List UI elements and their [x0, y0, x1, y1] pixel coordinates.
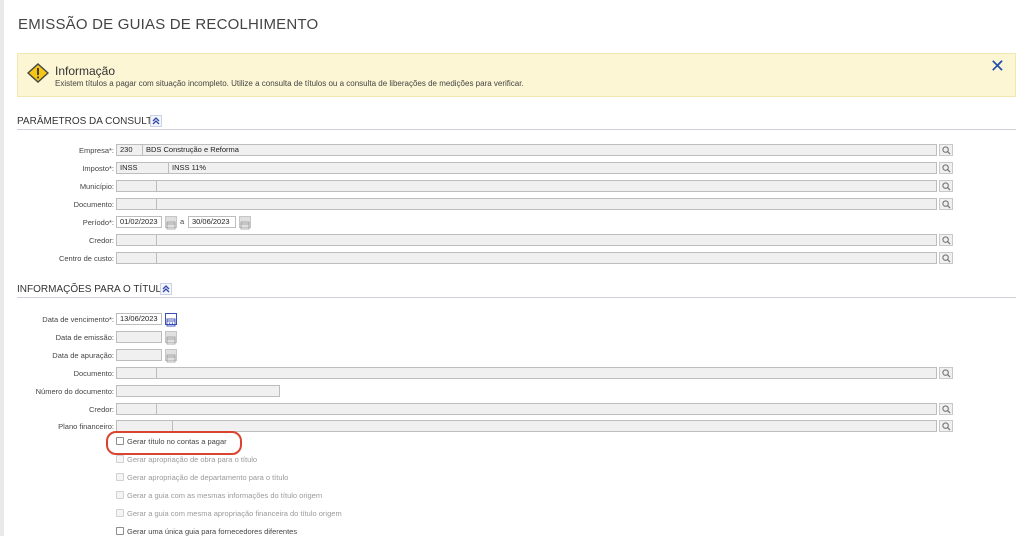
info-alert: Informação Existem títulos a pagar com s…	[17, 53, 1016, 97]
periodo-separator: a	[180, 217, 185, 226]
data-vencimento-field[interactable]: 13/06/2023	[116, 313, 162, 325]
checkbox-box[interactable]	[116, 491, 124, 499]
label-data-emissao: Data de emissão:	[55, 333, 114, 342]
collapse-params-icon[interactable]	[150, 115, 162, 127]
documento-titulo-search-icon[interactable]	[939, 367, 953, 379]
empresa-search-icon[interactable]	[939, 144, 953, 156]
section-title-params: PARÂMETROS DA CONSULTA	[17, 116, 159, 127]
info-title: Informação	[55, 64, 116, 78]
documento-search-icon[interactable]	[939, 198, 953, 210]
municipio-code-field[interactable]	[116, 180, 157, 192]
checkbox-box[interactable]	[116, 473, 124, 481]
credor-titulo-code-field[interactable]	[116, 403, 157, 415]
label-municipio: Município:	[79, 182, 114, 191]
checkbox-box[interactable]	[116, 527, 124, 535]
checkbox-label: Gerar uma única guia para fornecedores d…	[127, 527, 298, 536]
label-imposto: Imposto*:	[82, 164, 114, 173]
label-periodo: Período*:	[82, 218, 114, 227]
plano-financeiro-name-field[interactable]	[172, 420, 937, 432]
label-data-vencimento: Data de vencimento*:	[42, 315, 114, 324]
section-title-titulo: INFORMAÇÕES PARA O TÍTULO	[17, 284, 169, 295]
municipio-search-icon[interactable]	[939, 180, 953, 192]
info-diamond-icon	[27, 63, 49, 83]
label-numero-documento: Número do documento:	[35, 387, 114, 396]
centro-custo-code-field[interactable]	[116, 252, 157, 264]
checkbox-label: Gerar a guia com mesma apropriação finan…	[127, 509, 342, 518]
section-divider	[17, 297, 1016, 298]
calendar-icon[interactable]	[165, 349, 177, 363]
label-data-apuracao: Data de apuração:	[52, 351, 114, 360]
documento-titulo-code-field[interactable]	[116, 367, 157, 379]
credor-titulo-search-icon[interactable]	[939, 403, 953, 415]
periodo-end-field[interactable]: 30/06/2023	[188, 216, 236, 228]
credor-code-field[interactable]	[116, 234, 157, 246]
collapse-titulo-icon[interactable]	[160, 283, 172, 295]
checkbox-label: Gerar apropriação de departamento para o…	[127, 473, 289, 482]
calendar-icon[interactable]	[165, 331, 177, 345]
label-credor: Credor:	[88, 236, 114, 245]
checkbox-box[interactable]	[116, 455, 124, 463]
calendar-icon[interactable]	[239, 216, 251, 230]
empresa-name-field[interactable]: BDS Construção e Reforma	[142, 144, 937, 156]
data-emissao-field[interactable]	[116, 331, 162, 343]
close-icon[interactable]: ✕	[990, 57, 1005, 75]
empresa-code-field[interactable]: 230	[116, 144, 143, 156]
label-documento-titulo: Documento:	[73, 369, 114, 378]
periodo-start-field[interactable]: 01/02/2023	[116, 216, 162, 228]
credor-search-icon[interactable]	[939, 234, 953, 246]
imposto-code-field[interactable]: INSS	[116, 162, 169, 174]
data-apuracao-field[interactable]	[116, 349, 162, 361]
municipio-name-field[interactable]	[156, 180, 937, 192]
imposto-name-field[interactable]: INSS 11%	[168, 162, 937, 174]
credor-titulo-name-field[interactable]	[156, 403, 937, 415]
label-documento: Documento:	[73, 200, 114, 209]
page-title: EMISSÃO DE GUIAS DE RECOLHIMENTO	[18, 16, 319, 33]
highlight-annotation	[106, 431, 242, 455]
checkbox-label: Gerar apropriação de obra para o título	[127, 455, 258, 464]
imposto-search-icon[interactable]	[939, 162, 953, 174]
numero-documento-field[interactable]	[116, 385, 280, 397]
documento-titulo-name-field[interactable]	[156, 367, 937, 379]
label-credor-titulo: Credor:	[88, 405, 114, 414]
checkbox-box[interactable]	[116, 509, 124, 517]
label-empresa: Empresa*:	[78, 146, 114, 155]
calendar-icon[interactable]	[165, 216, 177, 230]
calendar-icon[interactable]	[165, 313, 177, 327]
label-plano-financeiro: Plano financeiro:	[58, 422, 114, 431]
label-centro-custo: Centro de custo:	[58, 254, 114, 263]
info-text: Existem títulos a pagar com situação inc…	[55, 79, 524, 88]
documento-name-field[interactable]	[156, 198, 937, 210]
centro-custo-search-icon[interactable]	[939, 252, 953, 264]
documento-code-field[interactable]	[116, 198, 157, 210]
checkbox-label: Gerar a guia com as mesmas informações d…	[127, 491, 323, 500]
credor-name-field[interactable]	[156, 234, 937, 246]
centro-custo-name-field[interactable]	[156, 252, 937, 264]
left-edge-bar	[0, 0, 4, 536]
section-divider	[17, 129, 1016, 130]
plano-financeiro-search-icon[interactable]	[939, 420, 953, 432]
